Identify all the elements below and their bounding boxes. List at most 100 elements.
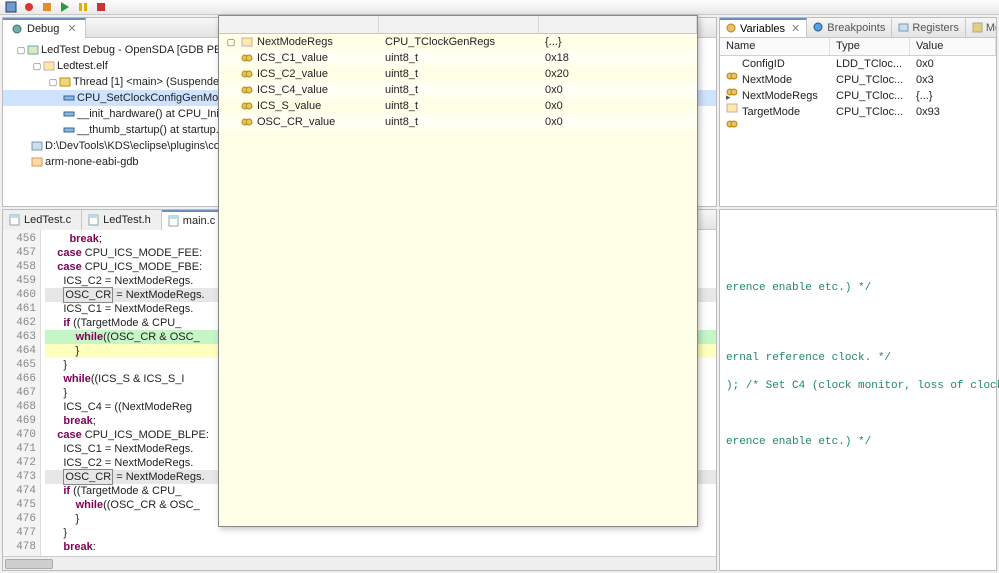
editor-tab[interactable]: LedTest.c (3, 210, 82, 230)
expressions-body[interactable]: ▢ NextModeRegs CPU_TClockGenRegs{...} ICS_C… (219, 34, 697, 526)
variable-icon (241, 85, 253, 95)
variables-body[interactable]: ConfigIDLDD_TCloc...0x0NextModeCPU_TCloc… (720, 56, 996, 206)
variable-icon (726, 75, 738, 85)
toolbar-icon[interactable] (22, 0, 36, 14)
editor-overflow-area: erence enable etc.) */ernal reference cl… (719, 209, 997, 571)
expression-row-empty (219, 258, 697, 274)
tab-icon (813, 22, 824, 33)
expr-value: 0x18 (539, 52, 697, 64)
variables-tab[interactable]: Breakpoints (807, 18, 892, 38)
expression-row[interactable]: ▢ NextModeRegs CPU_TClockGenRegs{...} (219, 34, 697, 50)
expr-value: 0x20 (539, 68, 697, 80)
expression-row-empty (219, 418, 697, 434)
variable-icon (726, 59, 738, 69)
process-icon (43, 61, 55, 71)
expr-type: uint8_t (379, 52, 539, 64)
expand-icon[interactable]: ▢ (15, 42, 27, 58)
expression-row-empty (219, 322, 697, 338)
thread-icon (59, 77, 71, 87)
launch-icon (27, 45, 39, 55)
expression-row-empty (219, 242, 697, 258)
toolbar-icon[interactable] (58, 0, 72, 14)
variable-icon (241, 117, 253, 127)
variables-tab[interactable]: Modules (966, 18, 996, 38)
variables-tab[interactable]: Variables ✕ (720, 18, 807, 38)
line-number-gutter: 4564574584594604614624634644654664674684… (3, 230, 41, 556)
var-value: 0x93 (910, 106, 996, 118)
var-name: TargetMode (742, 106, 800, 118)
expression-row-empty (219, 306, 697, 322)
debug-tab-label: Debug (27, 23, 59, 35)
scrollbar-thumb[interactable] (5, 559, 53, 569)
debug-tab[interactable]: Debug ✕ (3, 18, 86, 38)
column-header-type[interactable]: Type (830, 38, 910, 55)
expr-type: CPU_TClockGenRegs (379, 36, 539, 48)
expression-row[interactable]: ICS_C4_valueuint8_t0x0 (219, 82, 697, 98)
expression-row[interactable]: OSC_CR_valueuint8_t0x0 (219, 114, 697, 130)
expression-row-empty (219, 498, 697, 514)
close-icon[interactable]: ✕ (67, 22, 76, 35)
gdb-icon (31, 141, 43, 151)
expression-row-empty (219, 434, 697, 450)
editor-tab[interactable]: LedTest.h (82, 210, 162, 230)
expr-header-value[interactable] (539, 16, 697, 33)
variable-icon (241, 53, 253, 63)
var-name: ConfigID (742, 58, 785, 70)
close-icon[interactable]: ✕ (791, 22, 800, 35)
expression-row-empty (219, 194, 697, 210)
column-header-name[interactable]: Name (720, 38, 830, 55)
tab-label: Variables (740, 23, 785, 35)
expr-header-type[interactable] (379, 16, 539, 33)
toolbar-icon[interactable] (4, 0, 18, 14)
expr-name: ICS_C1_value (257, 52, 328, 64)
expr-name: ICS_C4_value (257, 84, 328, 96)
expression-row[interactable]: ICS_S_valueuint8_t0x0 (219, 98, 697, 114)
horizontal-scrollbar[interactable] (3, 556, 716, 570)
tab-icon (972, 22, 983, 33)
file-icon (168, 215, 179, 227)
variable-icon (726, 107, 738, 117)
toolbar-icon[interactable] (40, 0, 54, 14)
file-icon (88, 214, 99, 226)
expression-row-empty (219, 338, 697, 354)
editor-tab[interactable]: main.c (162, 210, 226, 230)
expand-icon[interactable]: ▢ (225, 37, 237, 48)
expand-icon[interactable]: ▢ (31, 58, 43, 74)
expression-row[interactable]: ICS_C1_value uint8_t0x18 (219, 50, 697, 66)
expr-name: OSC_CR_value (257, 116, 335, 128)
var-type: CPU_TCloc... (830, 90, 910, 102)
variables-tab[interactable]: Registers (892, 18, 965, 38)
main-toolbar[interactable] (0, 0, 999, 15)
expressions-popup[interactable]: ▢ NextModeRegs CPU_TClockGenRegs{...} ICS_C… (218, 15, 698, 527)
expression-row-empty (219, 178, 697, 194)
expression-row-empty (219, 354, 697, 370)
file-icon (9, 214, 20, 226)
column-header-value[interactable]: Value (910, 38, 996, 55)
variable-row[interactable]: NextModeCPU_TCloc...0x3 (720, 72, 996, 88)
expr-type: uint8_t (379, 68, 539, 80)
editor-tab-label: LedTest.c (24, 214, 71, 226)
variable-row[interactable]: ▸NextModeRegsCPU_TCloc...{...} (720, 88, 996, 104)
toolbar-icon[interactable] (76, 0, 90, 14)
variables-view: Variables ✕ Breakpoints Registers Modules Na… (719, 17, 997, 207)
debug-icon (11, 23, 23, 35)
variables-tabs[interactable]: Variables ✕ Breakpoints Registers Modules (720, 18, 996, 38)
code-comment-fragment: erence enable etc.) */ (726, 282, 871, 294)
expr-value: 0x0 (539, 116, 697, 128)
expression-row-empty (219, 162, 697, 178)
expr-name: NextModeRegs (257, 36, 333, 48)
variable-icon (241, 101, 253, 111)
expression-row[interactable]: ICS_C2_value uint8_t0x20 (219, 66, 697, 82)
tab-label: Registers (912, 22, 958, 34)
expression-row-empty (219, 466, 697, 482)
expr-value: {...} (539, 36, 697, 48)
expand-icon[interactable]: ▢ (47, 74, 59, 90)
variable-row[interactable]: ConfigIDLDD_TCloc...0x0 (720, 56, 996, 72)
variable-row[interactable]: TargetModeCPU_TCloc...0x93 (720, 104, 996, 120)
toolbar-icon[interactable] (94, 0, 108, 14)
var-type: LDD_TCloc... (830, 58, 910, 70)
expr-header-name[interactable] (219, 16, 379, 33)
expand-icon[interactable]: ▸ (726, 92, 731, 102)
tab-label: Breakpoints (827, 22, 885, 34)
expr-name: ICS_C2_value (257, 68, 328, 80)
